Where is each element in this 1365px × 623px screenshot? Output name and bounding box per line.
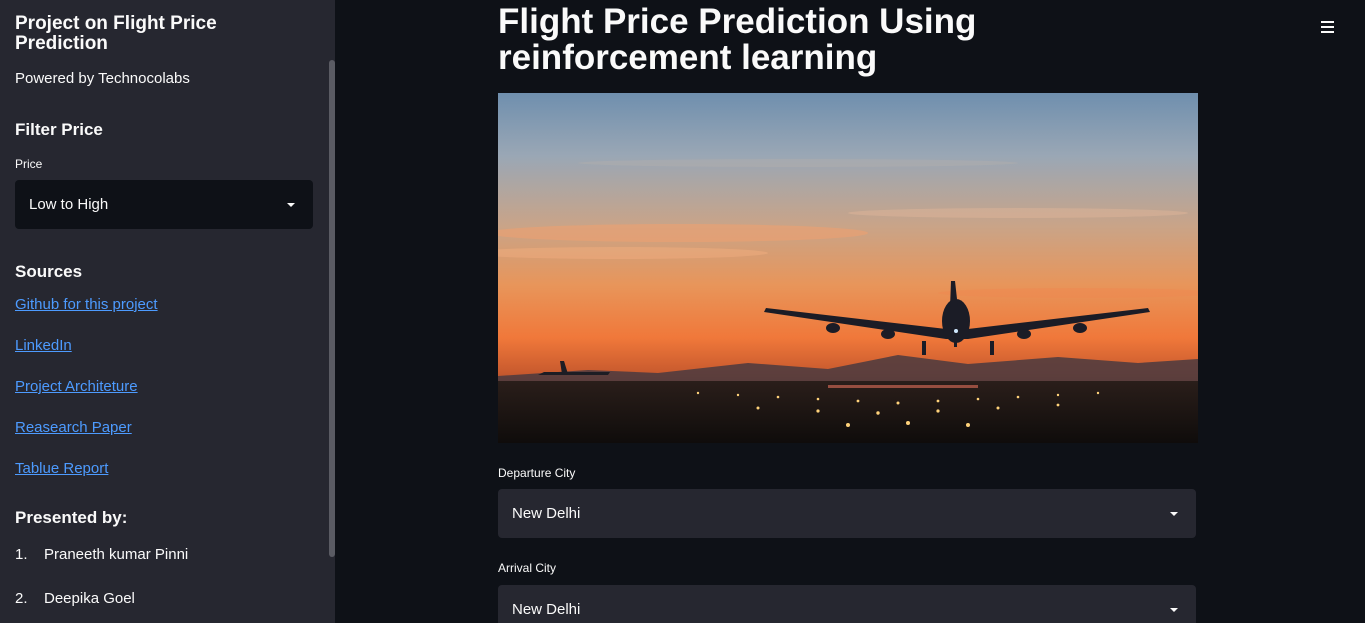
page-title-line1: Flight Price Prediction Using — [498, 2, 977, 41]
departure-city-label: Departure City — [498, 466, 576, 480]
tableau-report-link[interactable]: Tablue Report — [15, 460, 108, 477]
hamburger-menu-icon[interactable] — [1320, 19, 1336, 33]
sidebar-content: Project on Flight Price Prediction Power… — [15, 14, 313, 623]
github-link[interactable]: Github for this project — [15, 296, 158, 313]
sources-link-list: Github for this project LinkedIn Project… — [15, 296, 313, 501]
price-sort-value: Low to High — [29, 196, 109, 213]
list-number: 1. — [15, 546, 28, 563]
arrival-city-select[interactable]: New Delhi — [498, 585, 1196, 623]
caret-down-icon — [1170, 607, 1178, 612]
arrival-city-value: New Delhi — [512, 601, 581, 618]
caret-down-icon — [1170, 511, 1178, 516]
list-item: Project Architeture — [15, 378, 313, 419]
sidebar-scrollbar[interactable] — [329, 60, 335, 557]
sidebar-title: Project on Flight Price Prediction — [15, 14, 313, 54]
price-label: Price — [15, 157, 43, 171]
presenter-list: 1. Praneeth kumar Pinni 2. Deepika Goel — [15, 546, 313, 623]
app-root: Project on Flight Price Prediction Power… — [0, 0, 1365, 623]
list-item: 1. Praneeth kumar Pinni — [15, 546, 313, 590]
page-title-line2: reinforcement learning — [498, 38, 878, 77]
departure-city-value: New Delhi — [512, 505, 581, 522]
project-architecture-link[interactable]: Project Architeture — [15, 378, 138, 395]
sidebar-title-line2: Prediction — [15, 33, 108, 54]
list-number: 2. — [15, 590, 28, 607]
presenter-name: Deepika Goel — [44, 590, 135, 607]
departure-city-select[interactable]: New Delhi — [498, 489, 1196, 538]
linkedin-link[interactable]: LinkedIn — [15, 337, 72, 354]
page-title: Flight Price Prediction Using reinforcem… — [498, 4, 1198, 76]
filter-price-heading: Filter Price — [15, 120, 103, 139]
sources-heading: Sources — [15, 262, 83, 281]
powered-by-text: Powered by Technocolabs — [15, 70, 190, 87]
presented-by-heading: Presented by: — [15, 508, 128, 527]
list-item: Github for this project — [15, 296, 313, 337]
list-item: 2. Deepika Goel — [15, 590, 313, 623]
presenter-name: Praneeth kumar Pinni — [44, 546, 189, 563]
hero-image-airplane-sunset — [498, 93, 1198, 443]
list-item: LinkedIn — [15, 337, 313, 378]
arrival-city-label: Arrival City — [498, 561, 557, 575]
price-sort-select[interactable]: Low to High — [15, 180, 313, 229]
list-item: Tablue Report — [15, 460, 313, 501]
list-item: Reasearch Paper — [15, 419, 313, 460]
caret-down-icon — [287, 202, 295, 207]
sidebar: Project on Flight Price Prediction Power… — [0, 0, 335, 623]
sidebar-title-line1: Project on Flight Price — [15, 13, 217, 34]
research-paper-link[interactable]: Reasearch Paper — [15, 419, 132, 436]
